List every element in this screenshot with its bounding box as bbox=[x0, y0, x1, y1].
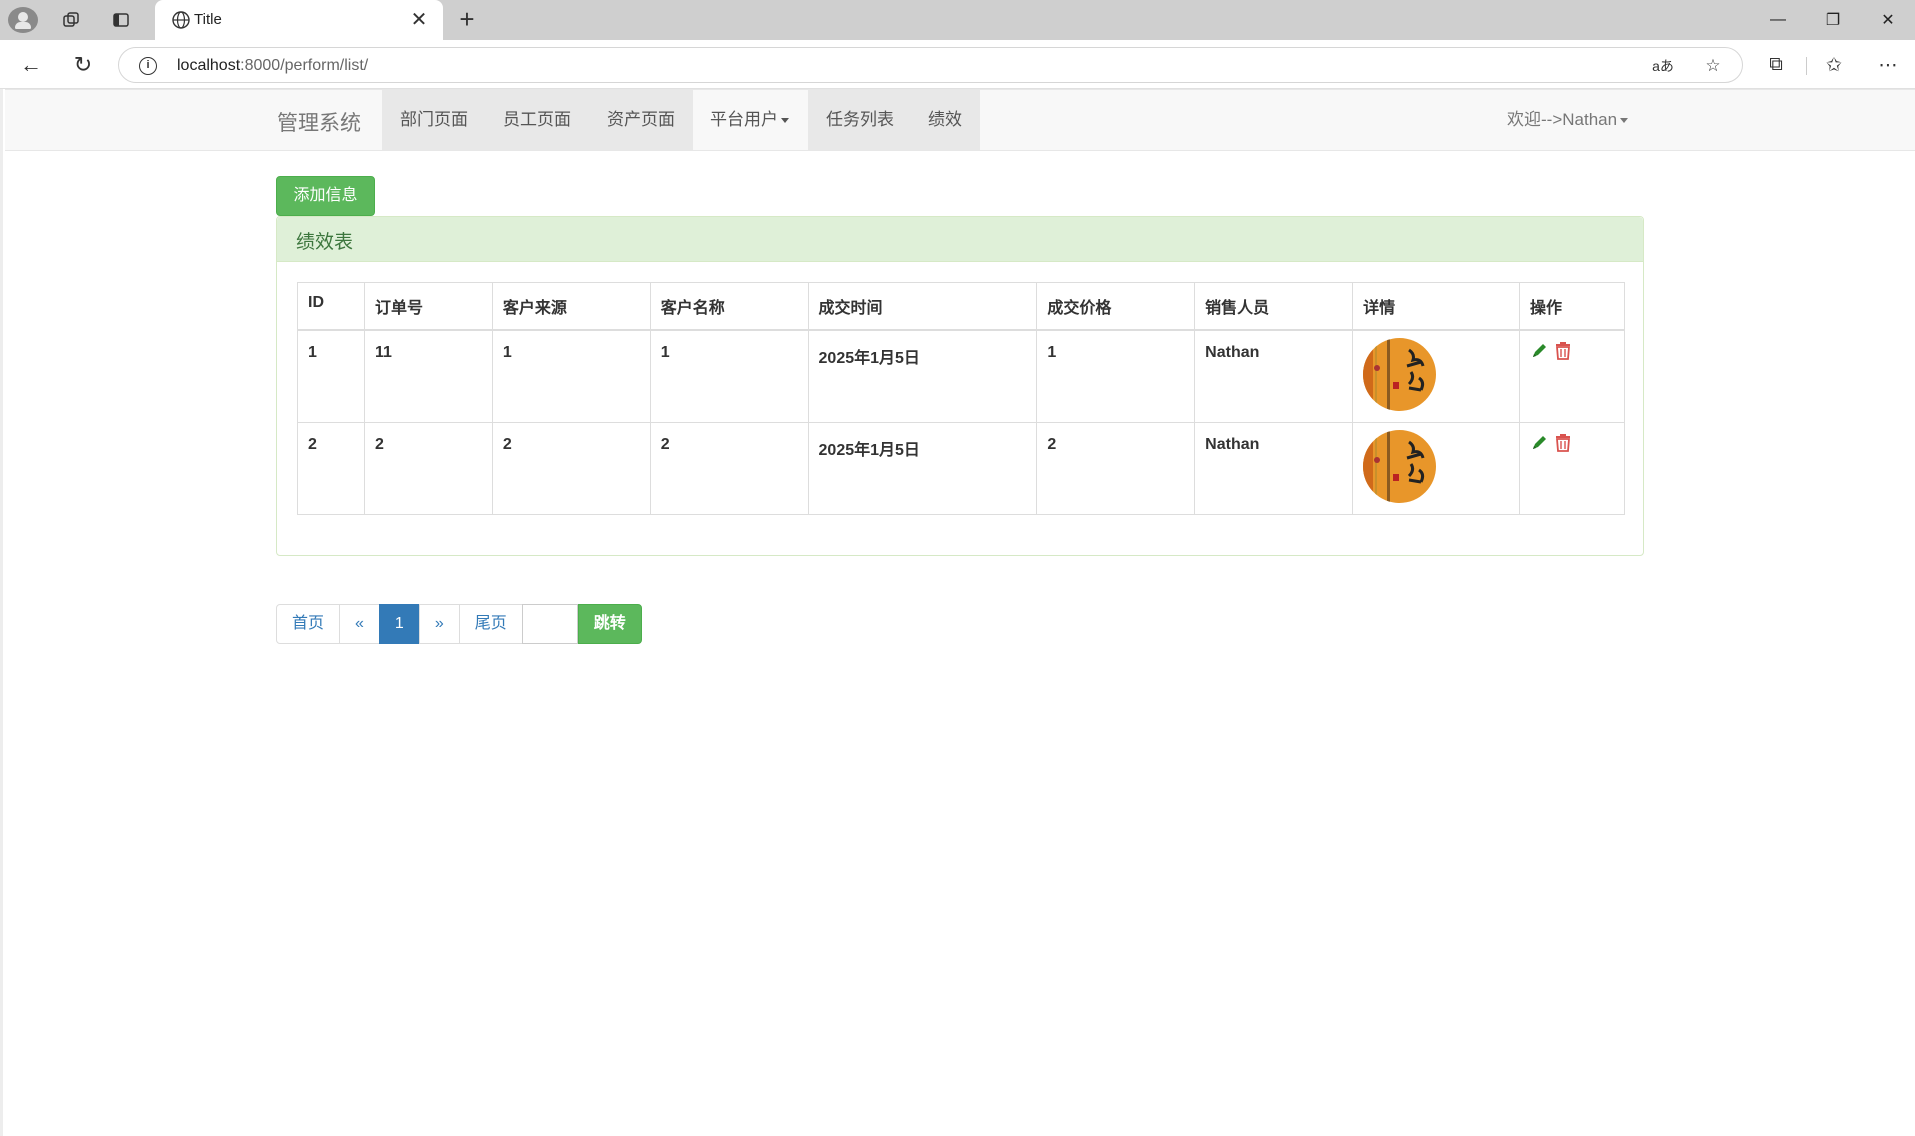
delete-trash-icon[interactable] bbox=[1554, 341, 1572, 361]
cell-sales: Nathan bbox=[1194, 422, 1354, 515]
close-tab-icon[interactable]: ✕ bbox=[407, 8, 431, 32]
cell-detail bbox=[1352, 422, 1520, 515]
cell-customer: 1 bbox=[649, 329, 809, 423]
column-header: 客户名称 bbox=[649, 282, 809, 331]
page-first[interactable]: 首页 bbox=[276, 604, 341, 644]
browser-tab[interactable]: Title ✕ bbox=[155, 0, 443, 40]
column-header: 详情 bbox=[1352, 282, 1520, 331]
cell-actions bbox=[1518, 329, 1626, 423]
nav-item-assets[interactable]: 资产页面 bbox=[589, 90, 693, 150]
profile-icon[interactable] bbox=[8, 7, 38, 33]
cell-order-no: 2 bbox=[363, 422, 493, 515]
nav-item-performance[interactable]: 绩效 bbox=[910, 90, 980, 150]
page-prev[interactable]: « bbox=[339, 604, 380, 644]
delete-trash-icon[interactable] bbox=[1554, 433, 1572, 453]
top-navbar: 管理系统 部门页面 员工页面 资产页面 平台用户 任务列表 绩效 欢迎-->Na… bbox=[5, 89, 1915, 151]
nav-item-employees[interactable]: 员工页面 bbox=[485, 90, 589, 150]
column-header: 客户来源 bbox=[491, 282, 651, 331]
cell-source: 2 bbox=[491, 422, 651, 515]
back-icon[interactable]: ← bbox=[15, 50, 47, 80]
restore-icon[interactable]: ❐ bbox=[1806, 0, 1860, 40]
tab-title: Title bbox=[194, 11, 222, 28]
brand-title[interactable]: 管理系统 bbox=[277, 107, 361, 137]
favorites-icon[interactable]: ✩ bbox=[1818, 50, 1850, 80]
panel-title: 绩效表 bbox=[277, 217, 1643, 262]
chevron-down-icon bbox=[1620, 118, 1629, 124]
page-content: 管理系统 部门页面 员工页面 资产页面 平台用户 任务列表 绩效 欢迎-->Na… bbox=[0, 89, 1915, 1136]
url-field[interactable]: i localhost:8000/perform/list/ aあ ☆ bbox=[118, 47, 1743, 83]
globe-icon bbox=[172, 11, 190, 29]
nav-item-platform-users-label: 平台用户 bbox=[710, 110, 778, 129]
cell-sales: Nathan bbox=[1194, 329, 1354, 423]
page-current[interactable]: 1 bbox=[378, 604, 420, 644]
reload-icon[interactable]: ↻ bbox=[67, 50, 99, 80]
address-bar: ← ↻ i localhost:8000/perform/list/ aあ ☆ … bbox=[0, 40, 1915, 89]
page-last[interactable]: 尾页 bbox=[458, 604, 523, 644]
cell-actions bbox=[1518, 422, 1626, 515]
detail-avatar[interactable] bbox=[1363, 338, 1437, 411]
cell-id: 1 bbox=[297, 329, 365, 423]
favorite-star-icon[interactable]: ☆ bbox=[1701, 54, 1725, 78]
column-header: 成交时间 bbox=[807, 282, 1038, 331]
more-menu-icon[interactable]: ⋯ bbox=[1872, 50, 1904, 80]
new-tab-button[interactable]: + bbox=[452, 6, 482, 34]
edit-pencil-icon[interactable] bbox=[1530, 433, 1548, 453]
column-header: 操作 bbox=[1518, 282, 1626, 331]
browser-tab-strip: Title ✕ + — ❐ ✕ bbox=[0, 0, 1915, 40]
performance-table: ID 订单号 客户来源 客户名称 成交时间 成交价格 销售人员 详情 操作 1 … bbox=[297, 282, 1626, 515]
table-row: 2 2 2 2 2025年1月5日 2 Nathan bbox=[297, 422, 1626, 515]
chevron-down-icon bbox=[781, 118, 789, 124]
vertical-tabs-icon[interactable] bbox=[106, 6, 136, 34]
nav-item-tasks[interactable]: 任务列表 bbox=[808, 90, 912, 150]
close-window-icon[interactable]: ✕ bbox=[1861, 0, 1915, 40]
read-aloud-icon[interactable]: aあ bbox=[1651, 54, 1675, 78]
pagination: 首页 « 1 » 尾页 跳转 bbox=[276, 604, 642, 644]
detail-avatar[interactable] bbox=[1363, 430, 1437, 503]
extensions-icon[interactable]: ⧉ bbox=[1760, 50, 1792, 80]
cell-date: 2025年1月5日 bbox=[807, 329, 1038, 423]
column-header: 订单号 bbox=[363, 282, 493, 331]
toolbar-divider bbox=[1806, 57, 1807, 75]
user-menu[interactable]: 欢迎-->Nathan bbox=[1507, 90, 1629, 150]
cell-detail bbox=[1352, 329, 1520, 423]
table-header-row: ID 订单号 客户来源 客户名称 成交时间 成交价格 销售人员 详情 操作 bbox=[297, 282, 1626, 331]
column-header: 销售人员 bbox=[1194, 282, 1354, 331]
welcome-text: 欢迎-->Nathan bbox=[1507, 110, 1618, 129]
column-header: 成交价格 bbox=[1036, 282, 1196, 331]
cell-order-no: 11 bbox=[363, 329, 493, 423]
page-next[interactable]: » bbox=[418, 604, 460, 644]
url-text: localhost:8000/perform/list/ bbox=[177, 57, 369, 74]
column-header: ID bbox=[297, 282, 365, 331]
cell-customer: 2 bbox=[649, 422, 809, 515]
cell-id: 2 bbox=[297, 422, 365, 515]
workspaces-icon[interactable] bbox=[56, 6, 86, 34]
cell-source: 1 bbox=[491, 329, 651, 423]
nav-item-platform-users[interactable]: 平台用户 bbox=[692, 90, 807, 150]
edit-pencil-icon[interactable] bbox=[1530, 341, 1548, 361]
performance-panel: 绩效表 ID 订单号 客户来源 客户名称 成交时间 成交价格 销售人员 详情 操… bbox=[276, 216, 1644, 556]
cell-price: 1 bbox=[1036, 329, 1196, 423]
minimize-icon[interactable]: — bbox=[1751, 0, 1805, 40]
site-info-icon[interactable]: i bbox=[139, 57, 157, 75]
cell-price: 2 bbox=[1036, 422, 1196, 515]
nav-item-departments[interactable]: 部门页面 bbox=[382, 90, 486, 150]
add-info-button[interactable]: 添加信息 bbox=[276, 176, 375, 216]
page-jump-input[interactable] bbox=[521, 604, 578, 644]
cell-date: 2025年1月5日 bbox=[807, 422, 1038, 515]
page-jump-button[interactable]: 跳转 bbox=[577, 604, 642, 644]
table-row: 1 11 1 1 2025年1月5日 1 Nathan bbox=[297, 329, 1626, 423]
